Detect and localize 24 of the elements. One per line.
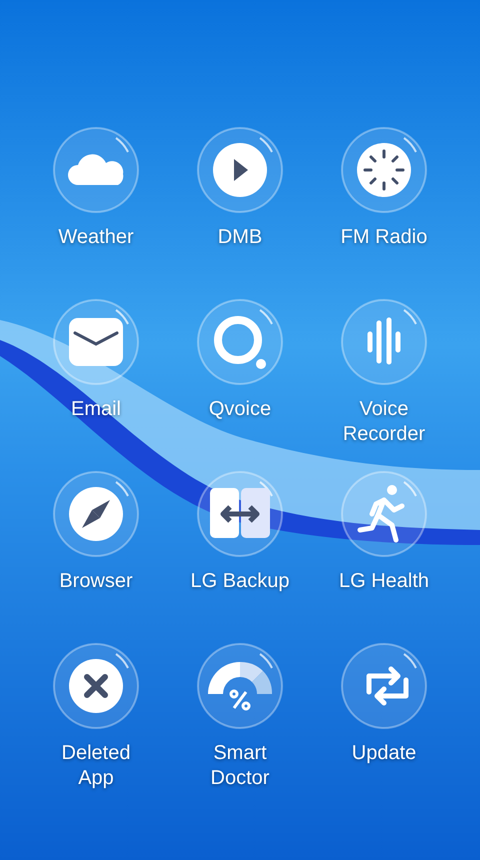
transfer-icon — [196, 470, 284, 558]
app-shortcut[interactable]: Email — [24, 298, 168, 470]
app-shortcut[interactable]: LG Health — [312, 470, 456, 642]
radio-dial-icon — [340, 126, 428, 214]
sync-icon — [340, 642, 428, 730]
app-shortcut[interactable]: Voice Recorder — [312, 298, 456, 470]
app-shortcut[interactable]: LG Backup — [168, 470, 312, 642]
runner-icon — [340, 470, 428, 558]
close-icon — [52, 642, 140, 730]
cloud-icon — [52, 126, 140, 214]
sound-bars-icon — [340, 298, 428, 386]
envelope-icon — [52, 298, 140, 386]
app-shortcut[interactable]: Update — [312, 642, 456, 814]
ring-icon — [196, 298, 284, 386]
app-shortcut[interactable]: Browser — [24, 470, 168, 642]
gauge-icon — [196, 642, 284, 730]
app-shortcut[interactable]: Smart Doctor — [168, 642, 312, 814]
app-shortcut[interactable]: FM Radio — [312, 126, 456, 298]
app-shortcut[interactable]: Weather — [24, 126, 168, 298]
app-shortcut[interactable]: Deleted App — [24, 642, 168, 814]
compass-icon — [52, 470, 140, 558]
app-shortcut[interactable]: Qvoice — [168, 298, 312, 470]
app-shortcut[interactable]: DMB — [168, 126, 312, 298]
play-icon — [196, 126, 284, 214]
